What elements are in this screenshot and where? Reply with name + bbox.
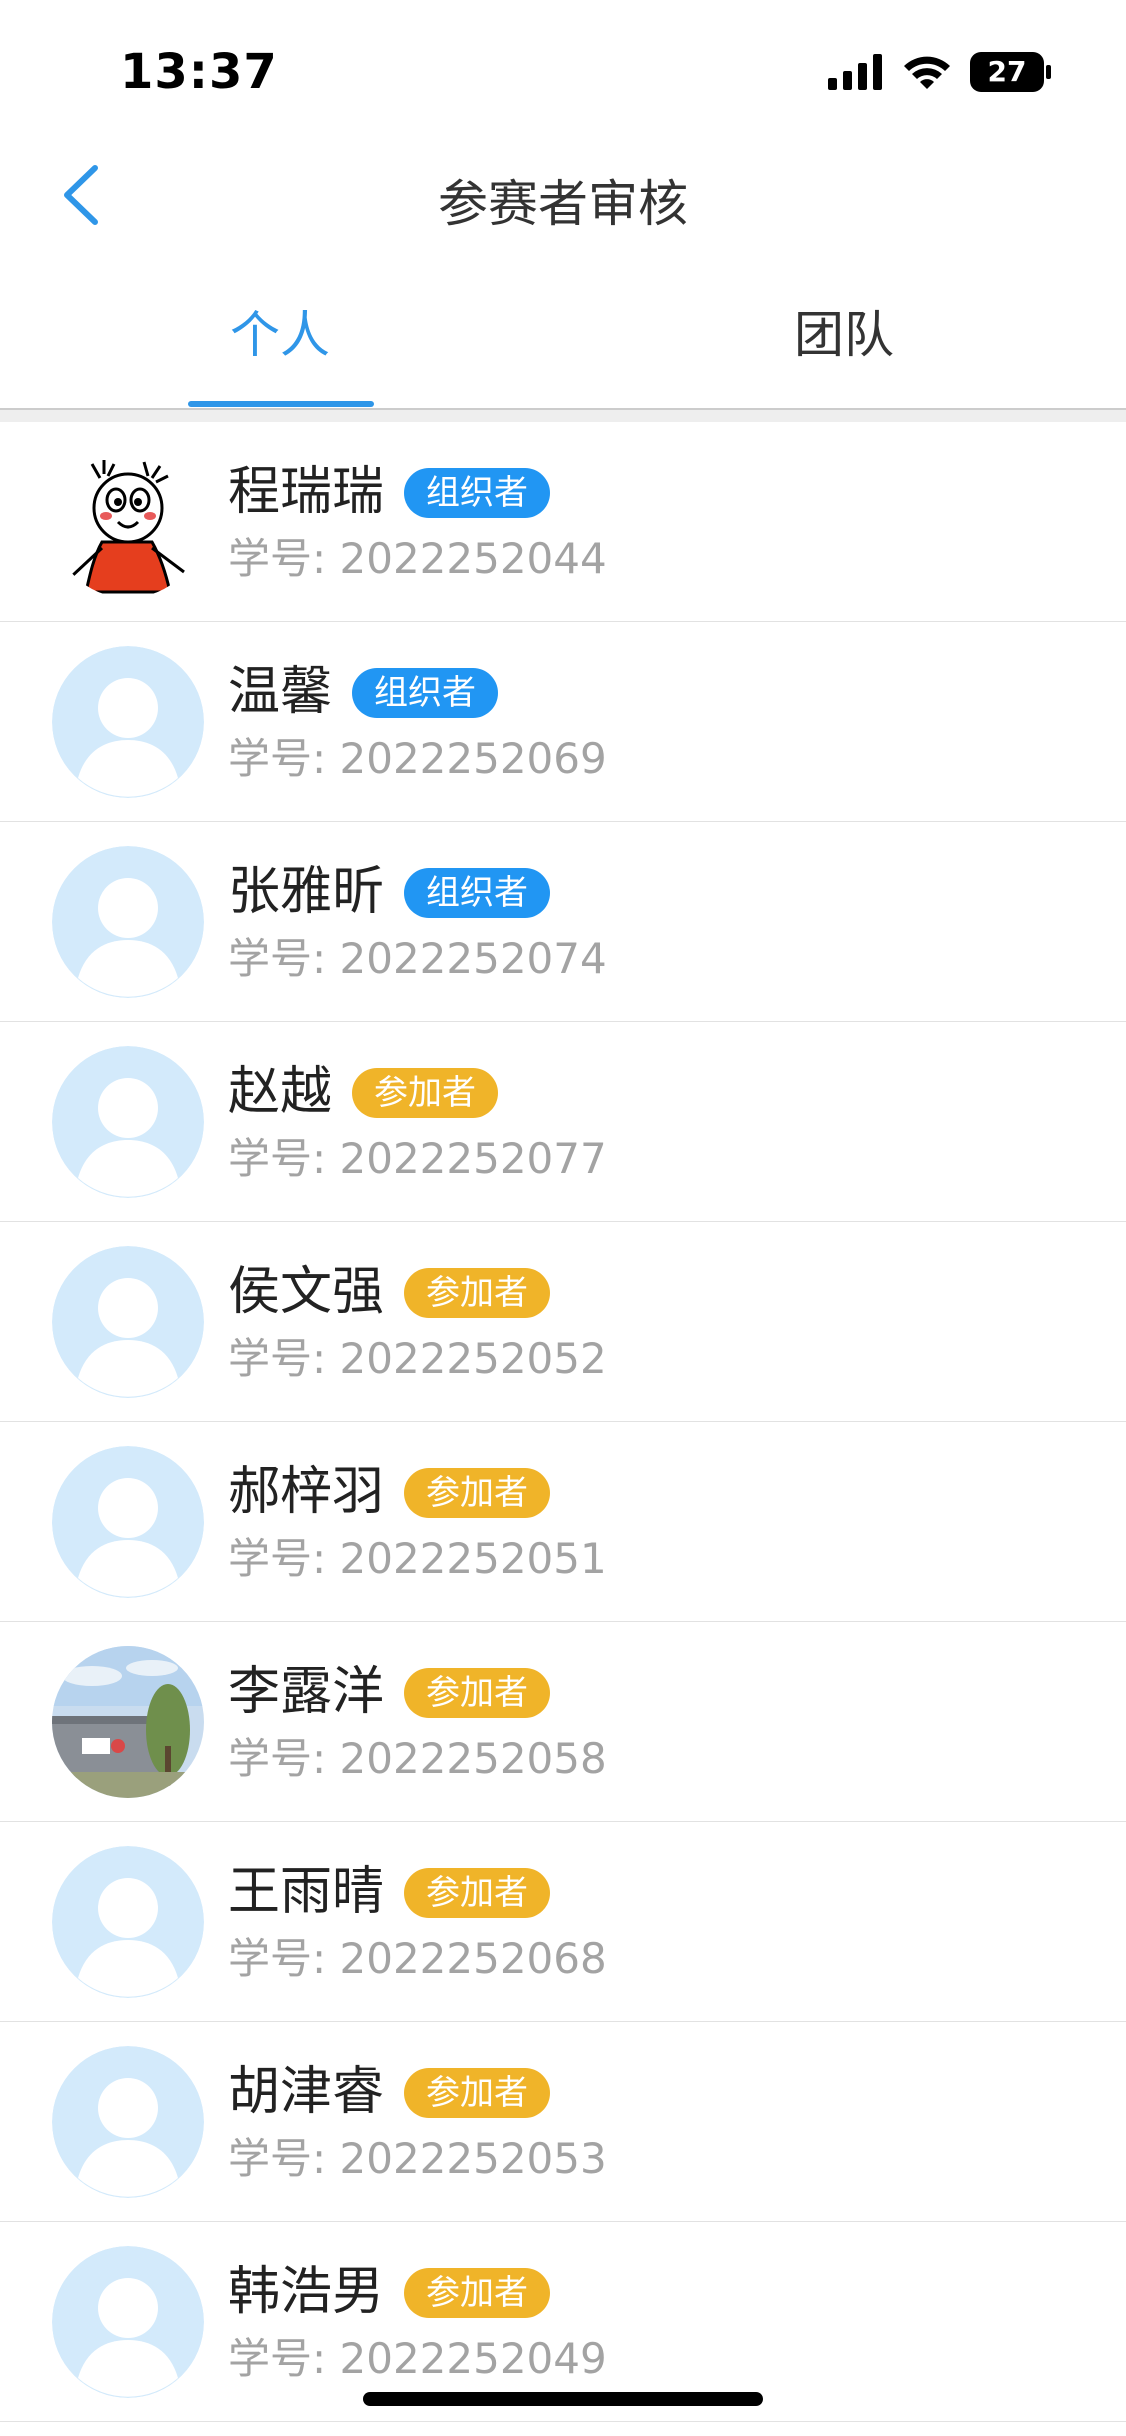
student-id: 学号: 2022252077 xyxy=(228,1134,607,1183)
member-row[interactable]: 赵越 参加者学号: 2022252077 xyxy=(0,1022,1126,1222)
status-bar: 13:37 27 xyxy=(0,0,1126,140)
student-id: 学号: 2022252051 xyxy=(228,1534,607,1583)
member-name: 郝梓羽 xyxy=(228,1462,385,1522)
student-id: 学号: 2022252053 xyxy=(228,2134,607,2183)
cellular-signal-icon xyxy=(828,54,884,90)
building-photo-avatar xyxy=(52,1646,204,1798)
student-id: 学号: 2022252044 xyxy=(228,534,607,583)
organizer-badge: 组织者 xyxy=(352,668,499,718)
section-divider xyxy=(0,410,1126,422)
page-title: 参赛者审核 xyxy=(438,175,688,233)
default-avatar xyxy=(52,1246,204,1398)
default-avatar xyxy=(52,646,204,798)
nav-bar: 参赛者审核 xyxy=(0,140,1126,258)
participant-badge: 参加者 xyxy=(404,1868,551,1918)
default-avatar xyxy=(52,2246,204,2398)
participant-badge: 参加者 xyxy=(404,1468,551,1518)
member-row[interactable]: 张雅昕 组织者学号: 2022252074 xyxy=(0,822,1126,1022)
student-id: 学号: 2022252052 xyxy=(228,1334,607,1383)
participant-badge: 参加者 xyxy=(404,2068,551,2118)
member-row[interactable]: 王雨晴 参加者学号: 2022252068 xyxy=(0,1822,1126,2022)
member-name: 温馨 xyxy=(228,662,333,722)
cartoon-girl-avatar xyxy=(52,446,204,598)
member-name: 侯文强 xyxy=(228,1262,385,1322)
member-name: 韩浩男 xyxy=(228,2262,385,2322)
tab-team[interactable]: 团队 xyxy=(694,280,994,408)
status-icons: 27 xyxy=(828,52,1052,92)
organizer-badge: 组织者 xyxy=(404,468,551,518)
default-avatar xyxy=(52,1046,204,1198)
member-name: 胡津睿 xyxy=(228,2062,385,2122)
member-row[interactable]: 温馨 组织者学号: 2022252069 xyxy=(0,622,1126,822)
organizer-badge: 组织者 xyxy=(404,868,551,918)
participant-badge: 参加者 xyxy=(404,1668,551,1718)
tab-bar: 个人 团队 xyxy=(0,280,1126,410)
battery-level: 27 xyxy=(987,55,1027,88)
wifi-icon xyxy=(902,54,952,90)
member-row[interactable]: 郝梓羽 参加者学号: 2022252051 xyxy=(0,1422,1126,1622)
default-avatar xyxy=(52,1846,204,1998)
student-id: 学号: 2022252068 xyxy=(228,1934,607,1983)
member-row[interactable]: 李露洋 参加者学号: 2022252058 xyxy=(0,1622,1126,1822)
member-name: 程瑞瑞 xyxy=(228,462,385,522)
member-name: 李露洋 xyxy=(228,1662,385,1722)
home-indicator xyxy=(363,2392,763,2406)
default-avatar xyxy=(52,846,204,998)
active-tab-indicator xyxy=(188,401,374,407)
default-avatar xyxy=(52,1446,204,1598)
participant-badge: 参加者 xyxy=(404,2268,551,2318)
participant-badge: 参加者 xyxy=(404,1268,551,1318)
default-avatar xyxy=(52,2046,204,2198)
battery-icon: 27 xyxy=(970,52,1052,92)
member-name: 张雅昕 xyxy=(228,862,385,922)
tab-personal[interactable]: 个人 xyxy=(130,280,430,408)
member-list: 程瑞瑞 组织者 学号: 2022252044 温馨 组织者 学号: 2022252069… xyxy=(0,422,1126,2422)
student-id: 学号: 2022252058 xyxy=(228,1734,607,1783)
member-row[interactable]: 侯文强 参加者学号: 2022252052 xyxy=(0,1222,1126,1422)
student-id: 学号: 2022252069 xyxy=(228,734,607,783)
status-time: 13:37 xyxy=(120,44,278,100)
member-row[interactable]: 胡津睿 参加者学号: 2022252053 xyxy=(0,2022,1126,2222)
member-name: 赵越 xyxy=(228,1062,333,1122)
participant-badge: 参加者 xyxy=(352,1068,499,1118)
student-id: 学号: 2022252074 xyxy=(228,934,607,983)
member-row[interactable]: 程瑞瑞 组织者学号: 2022252044 xyxy=(0,422,1126,622)
member-name: 王雨晴 xyxy=(228,1862,385,1922)
student-id: 学号: 2022252049 xyxy=(228,2334,607,2383)
